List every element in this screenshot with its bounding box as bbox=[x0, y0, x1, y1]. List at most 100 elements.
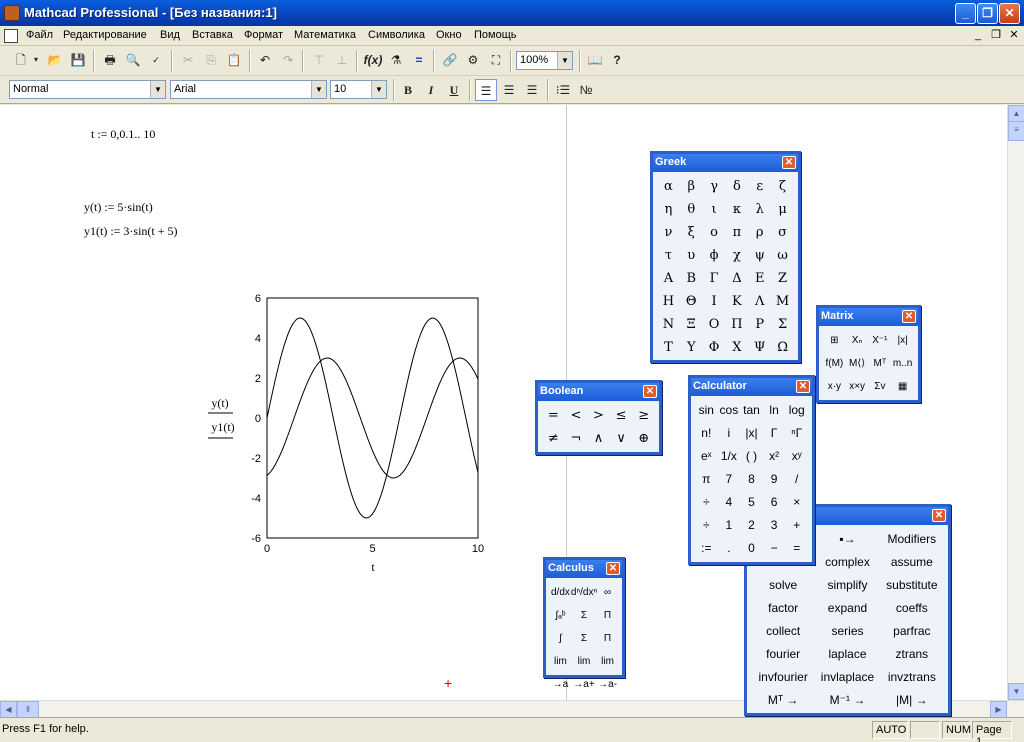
calculus-symbol-button[interactable]: lim →a- bbox=[597, 650, 618, 690]
symbolic-symbol-button[interactable]: invztrans bbox=[880, 666, 944, 689]
copy-icon[interactable]: ⎘ bbox=[200, 49, 222, 71]
calculator-symbol-button[interactable]: 1 bbox=[718, 514, 741, 537]
matrix-symbol-button[interactable]: ⊞ bbox=[823, 329, 846, 352]
calculator-symbol-button[interactable]: tan bbox=[740, 399, 763, 422]
greek-symbol-button[interactable]: Λ bbox=[748, 290, 771, 313]
calculus-symbol-button[interactable]: lim →a+ bbox=[571, 650, 597, 690]
greek-symbol-button[interactable]: κ bbox=[726, 198, 749, 221]
greek-symbol-button[interactable]: ε bbox=[748, 175, 771, 198]
calculator-symbol-button[interactable]: 0 bbox=[740, 537, 763, 560]
matrix-symbol-button[interactable]: ▦ bbox=[891, 375, 914, 398]
symbolic-symbol-button[interactable]: expand bbox=[815, 597, 879, 620]
calculator-palette-header[interactable]: Calculator ✕ bbox=[691, 378, 812, 396]
symbolic-symbol-button[interactable]: complex bbox=[815, 551, 879, 574]
numbering-icon[interactable]: № bbox=[575, 79, 597, 101]
greek-symbol-button[interactable]: ω bbox=[771, 244, 794, 267]
greek-symbol-button[interactable]: β bbox=[680, 175, 703, 198]
greek-symbol-button[interactable]: θ bbox=[680, 198, 703, 221]
doc-close-icon[interactable]: ✕ bbox=[1006, 28, 1022, 43]
calculator-symbol-button[interactable]: 1/x bbox=[718, 445, 741, 468]
calculus-symbol-button[interactable]: ∫ₐᵇ bbox=[550, 604, 571, 627]
boolean-symbol-button[interactable]: ≥ bbox=[632, 404, 655, 427]
matrix-symbol-button[interactable]: x·y bbox=[823, 375, 846, 398]
close-icon[interactable]: ✕ bbox=[796, 380, 810, 393]
symbolic-symbol-button[interactable]: invlaplace bbox=[815, 666, 879, 689]
greek-symbol-button[interactable]: Ε bbox=[748, 267, 771, 290]
calculus-symbol-button[interactable]: Π bbox=[597, 627, 618, 650]
boolean-symbol-button[interactable]: ≠ bbox=[542, 427, 565, 450]
close-icon[interactable]: ✕ bbox=[902, 310, 916, 323]
style-select[interactable]: Normal ▼ bbox=[9, 80, 166, 99]
symbolic-symbol-button[interactable]: invfourier bbox=[751, 666, 815, 689]
calculator-symbol-button[interactable]: π bbox=[695, 468, 718, 491]
menu-symbolics[interactable]: Символика bbox=[368, 29, 425, 41]
greek-symbol-button[interactable]: Φ bbox=[703, 336, 726, 359]
calculator-symbol-button[interactable]: log bbox=[785, 399, 808, 422]
underline-button[interactable]: U bbox=[443, 79, 465, 101]
calculate-icon[interactable]: = bbox=[408, 49, 430, 71]
align-top-icon[interactable]: ⊤ bbox=[308, 49, 330, 71]
close-icon[interactable]: ✕ bbox=[606, 562, 620, 575]
greek-symbol-button[interactable]: Ω bbox=[771, 336, 794, 359]
symbolic-symbol-button[interactable]: solve bbox=[751, 574, 815, 597]
italic-button[interactable]: I bbox=[420, 79, 442, 101]
calculator-symbol-button[interactable]: ( ) bbox=[740, 445, 763, 468]
calculator-symbol-button[interactable]: cos bbox=[718, 399, 741, 422]
calculator-symbol-button[interactable]: i bbox=[718, 422, 741, 445]
boolean-symbol-button[interactable]: ∨ bbox=[610, 427, 633, 450]
calculator-symbol-button[interactable]: 7 bbox=[718, 468, 741, 491]
undo-icon[interactable]: ↶ bbox=[254, 49, 276, 71]
menu-math[interactable]: Математика bbox=[294, 29, 356, 41]
scroll-right-icon[interactable]: ▶ bbox=[990, 701, 1007, 718]
boolean-symbol-button[interactable]: < bbox=[565, 404, 588, 427]
calculus-symbol-button[interactable]: Π bbox=[597, 604, 618, 627]
calculator-symbol-button[interactable]: := bbox=[695, 537, 718, 560]
greek-symbol-button[interactable]: ϕ bbox=[703, 244, 726, 267]
calculator-symbol-button[interactable]: + bbox=[785, 514, 808, 537]
range-definition[interactable]: t := 0,0.1.. 10 bbox=[91, 127, 155, 142]
calculus-symbol-button[interactable]: ∞ bbox=[597, 581, 618, 604]
scroll-thumb[interactable]: ≡ bbox=[1008, 121, 1024, 141]
greek-symbol-button[interactable]: ρ bbox=[748, 221, 771, 244]
document-icon[interactable] bbox=[4, 29, 18, 43]
new-document-icon[interactable]: 🗋 bbox=[10, 49, 32, 71]
calculator-symbol-button[interactable]: 4 bbox=[718, 491, 741, 514]
symbolic-symbol-button[interactable]: Mᵀ → bbox=[751, 689, 815, 712]
align-center-icon[interactable]: ☰ bbox=[498, 79, 520, 101]
font-select[interactable]: Arial ▼ bbox=[170, 80, 327, 99]
calculus-symbol-button[interactable]: ∫ bbox=[550, 627, 571, 650]
calculator-symbol-button[interactable]: 9 bbox=[763, 468, 786, 491]
calculator-symbol-button[interactable]: x² bbox=[763, 445, 786, 468]
greek-symbol-button[interactable]: γ bbox=[703, 175, 726, 198]
greek-symbol-button[interactable]: χ bbox=[726, 244, 749, 267]
greek-symbol-button[interactable]: Ν bbox=[657, 313, 680, 336]
boolean-symbol-button[interactable]: ∧ bbox=[587, 427, 610, 450]
calculator-symbol-button[interactable]: 3 bbox=[763, 514, 786, 537]
symbolic-symbol-button[interactable]: Modifiers bbox=[880, 528, 944, 551]
resources-icon[interactable]: ⛶ bbox=[485, 49, 507, 71]
save-icon[interactable]: 💾 bbox=[67, 49, 89, 71]
symbolic-symbol-button[interactable]: ▪→ bbox=[815, 528, 879, 551]
calculator-symbol-button[interactable]: sin bbox=[695, 399, 718, 422]
calculator-symbol-button[interactable]: |x| bbox=[740, 422, 763, 445]
bold-button[interactable]: B bbox=[397, 79, 419, 101]
greek-symbol-button[interactable]: Ψ bbox=[748, 336, 771, 359]
matrix-symbol-button[interactable]: Σv bbox=[869, 375, 892, 398]
menu-insert[interactable]: Вставка bbox=[192, 29, 233, 41]
open-icon[interactable]: 📂 bbox=[44, 49, 66, 71]
font-size-select[interactable]: 10 ▼ bbox=[330, 80, 387, 99]
calculator-symbol-button[interactable]: xʸ bbox=[785, 445, 808, 468]
calculator-symbol-button[interactable]: Γ bbox=[763, 422, 786, 445]
align-left-icon[interactable]: ☰ bbox=[475, 79, 497, 101]
greek-symbol-button[interactable]: ψ bbox=[748, 244, 771, 267]
greek-symbol-button[interactable]: Μ bbox=[771, 290, 794, 313]
calculator-symbol-button[interactable]: 6 bbox=[763, 491, 786, 514]
calculator-symbol-button[interactable]: 8 bbox=[740, 468, 763, 491]
boolean-symbol-button[interactable]: > bbox=[587, 404, 610, 427]
greek-symbol-button[interactable]: Γ bbox=[703, 267, 726, 290]
calculator-symbol-button[interactable]: 5 bbox=[740, 491, 763, 514]
menu-file[interactable]: Файл bbox=[26, 29, 53, 41]
calculator-symbol-button[interactable]: 2 bbox=[740, 514, 763, 537]
boolean-symbol-button[interactable]: = bbox=[542, 404, 565, 427]
boolean-symbol-button[interactable]: ⊕ bbox=[632, 427, 655, 450]
